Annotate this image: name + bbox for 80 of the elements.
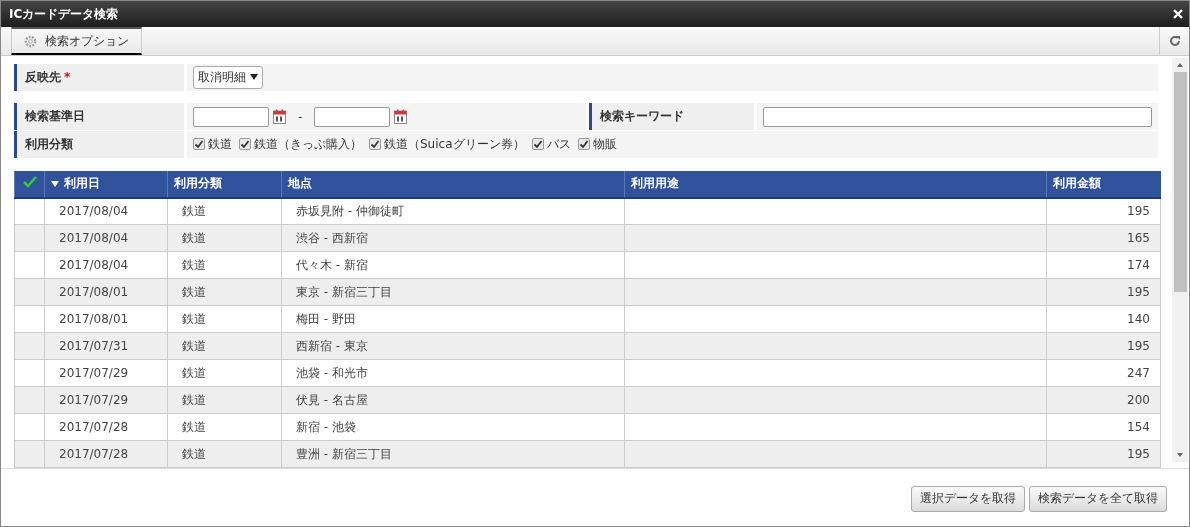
table-cell: 代々木 - 新宿 (281, 251, 625, 279)
table-cell: 195 (1046, 440, 1161, 468)
table-cell: 2017/08/04 (44, 224, 168, 252)
action-button[interactable]: 検索データを全て取得 (1029, 485, 1167, 512)
table-cell: 鉄道 (167, 440, 282, 468)
table-cell: 195 (1046, 197, 1161, 225)
checkbox-label: バス (546, 135, 571, 153)
range-separator: - (298, 109, 303, 124)
refresh-icon (1168, 35, 1181, 47)
table-cell: 渋谷 - 西新宿 (281, 224, 625, 252)
column-header[interactable]: 利用分類 (167, 170, 282, 198)
checkbox[interactable] (369, 138, 381, 151)
table-cell: 174 (1046, 251, 1161, 279)
table-cell: 2017/08/04 (44, 197, 168, 225)
gear-icon (24, 34, 37, 48)
field-label: 反映先 (25, 68, 61, 86)
table-cell: 2017/07/28 (44, 440, 168, 468)
table-cell: 鉄道 (167, 359, 282, 387)
table-cell: 2017/07/28 (44, 413, 168, 441)
table-cell: 2017/08/04 (44, 251, 168, 279)
table-cell: 2017/08/01 (44, 305, 168, 333)
table-cell: 鉄道 (167, 413, 282, 441)
target-select[interactable]: 取消明細 (193, 65, 263, 89)
table-cell: 西新宿 - 東京 (281, 332, 625, 360)
calendar-icon[interactable] (394, 109, 408, 125)
table-cell: 2017/07/29 (44, 359, 168, 387)
field-label: 検索キーワード (589, 103, 754, 130)
table-cell: 2017/08/01 (44, 278, 168, 306)
caret-icon (250, 74, 258, 81)
sort-icon[interactable] (51, 181, 59, 187)
table-cell: 165 (1046, 224, 1161, 252)
scrollbar[interactable] (1172, 58, 1188, 462)
table-cell: 2017/07/31 (44, 332, 168, 360)
close-icon[interactable] (1173, 9, 1183, 19)
checkbox-label: 鉄道（Suicaグリーン券） (384, 135, 525, 153)
table-cell: 鉄道 (167, 278, 282, 306)
action-button[interactable]: 選択データを取得 (911, 485, 1025, 512)
options-tab[interactable]: 検索オプション (11, 27, 142, 55)
checkbox-label: 鉄道 (208, 135, 232, 153)
table-cell: 鉄道 (167, 332, 282, 360)
check-icon[interactable] (22, 176, 37, 188)
keyword-field[interactable] (763, 106, 1152, 127)
checkbox[interactable] (577, 138, 590, 151)
checkbox-label: 物販 (592, 135, 617, 153)
table-cell: 247 (1046, 359, 1161, 387)
checkbox[interactable] (239, 138, 251, 151)
date-field[interactable] (314, 106, 391, 127)
table-cell: 池袋 - 和光市 (281, 359, 625, 387)
table-cell: 新宿 - 池袋 (281, 413, 625, 441)
field-label: 利用分類 (14, 130, 184, 158)
table-cell: 195 (1046, 278, 1161, 306)
table-cell: 154 (1046, 413, 1161, 441)
table-cell: 鉄道 (167, 386, 282, 414)
table-cell: 豊洲 - 新宿三丁目 (281, 440, 625, 468)
date-field[interactable] (193, 106, 269, 127)
column-header[interactable]: 利用用途 (624, 170, 1047, 198)
calendar-icon[interactable] (273, 109, 286, 125)
table-cell: 赤坂見附 - 仲御徒町 (281, 197, 625, 225)
table-cell: 140 (1046, 305, 1161, 333)
table-cell: 200 (1046, 386, 1161, 414)
table-cell: 195 (1046, 332, 1161, 360)
table-cell: 梅田 - 野田 (281, 305, 625, 333)
checkbox-label: 鉄道（きっぷ購入） (254, 135, 362, 153)
window-title: ICカードデータ検索 (9, 5, 119, 23)
table-cell: 鉄道 (167, 251, 282, 279)
column-header[interactable]: 利用金額 (1046, 170, 1161, 198)
table-cell: 鉄道 (167, 305, 282, 333)
checkbox[interactable] (531, 138, 544, 151)
column-header[interactable]: 地点 (281, 170, 625, 198)
checkbox[interactable] (193, 138, 205, 151)
table-cell: 2017/07/29 (44, 386, 168, 414)
field-label: 検索基準日 (14, 103, 184, 130)
required-mark: * (64, 70, 71, 85)
table-cell: 伏見 - 名古屋 (281, 386, 625, 414)
scroll-down-icon[interactable] (1177, 453, 1183, 457)
table-cell: 東京 - 新宿三丁目 (281, 278, 625, 306)
column-header[interactable]: 利用日 (64, 176, 100, 190)
table-cell: 鉄道 (167, 224, 282, 252)
scroll-up-icon[interactable] (1177, 63, 1183, 67)
table-cell: 鉄道 (167, 197, 282, 225)
